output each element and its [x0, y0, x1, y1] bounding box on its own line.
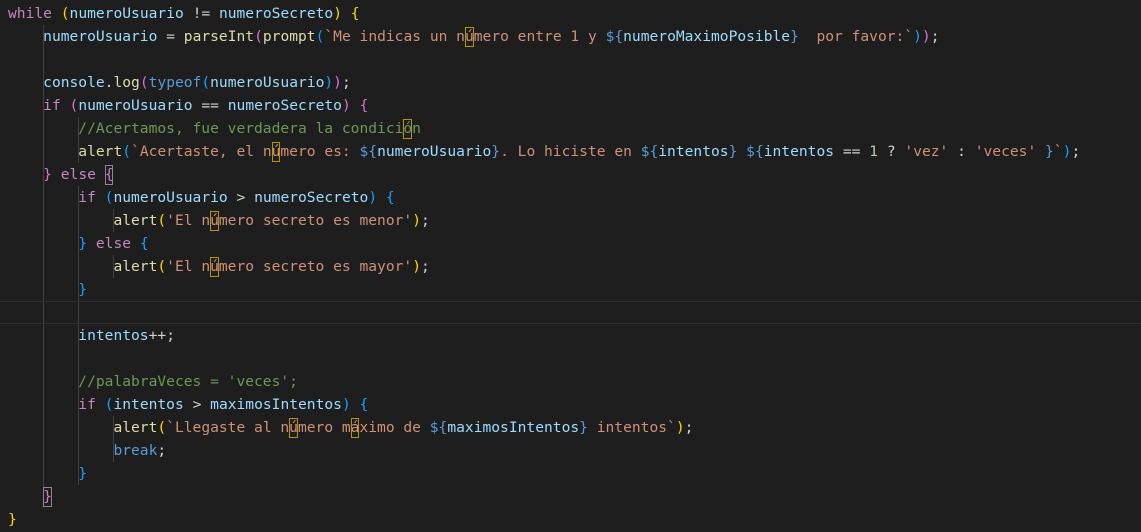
code-line-text: } else {: [43, 166, 114, 183]
code-line-text: if (numeroUsuario == numeroSecreto) {: [43, 97, 369, 114]
unicode-highlight: [210, 211, 219, 231]
unicode-highlight: [403, 119, 413, 139]
code-line-text: if (intentos > maximosIntentos) {: [78, 396, 369, 413]
code-line-text: }: [78, 465, 88, 482]
code-line[interactable]: } else {: [0, 163, 1141, 186]
code-line[interactable]: [0, 301, 1141, 324]
code-line-text: numeroUsuario = parseInt(prompt(`Me indi…: [43, 28, 940, 45]
code-line-text: break;: [113, 442, 167, 459]
code-line-text: }: [78, 281, 88, 298]
code-line[interactable]: } else {: [0, 232, 1141, 255]
code-line[interactable]: console.log(typeof(numeroUsuario));: [0, 71, 1141, 94]
code-line[interactable]: alert(`Llegaste al número máximo de ${ma…: [0, 416, 1141, 439]
unicode-highlight: [350, 418, 360, 438]
code-line[interactable]: alert(`Acertaste, el número es: ${numero…: [0, 140, 1141, 163]
code-line[interactable]: //palabraVeces = 'veces';: [0, 370, 1141, 393]
unicode-highlight: [210, 257, 219, 277]
code-editor[interactable]: while (numeroUsuario != numeroSecreto) {…: [0, 0, 1141, 532]
code-line-text: while (numeroUsuario != numeroSecreto) {: [8, 5, 360, 22]
code-line-text: }: [8, 511, 17, 528]
code-line[interactable]: }: [0, 462, 1141, 485]
code-line-text: alert('El número secreto es menor');: [113, 212, 430, 229]
code-line[interactable]: }: [0, 485, 1141, 508]
code-line[interactable]: alert('El número secreto es menor');: [0, 209, 1141, 232]
code-line[interactable]: break;: [0, 439, 1141, 462]
code-line[interactable]: intentos++;: [0, 324, 1141, 347]
unicode-highlight: [289, 418, 298, 438]
code-line[interactable]: //Acertamos, fue verdadera la condición: [0, 117, 1141, 140]
bracket-match-highlight: [104, 165, 114, 185]
code-line-text: intentos++;: [78, 327, 175, 344]
unicode-highlight: [271, 142, 281, 162]
code-line-text: alert('El número secreto es mayor');: [113, 258, 430, 275]
code-line[interactable]: }: [0, 278, 1141, 301]
code-line[interactable]: while (numeroUsuario != numeroSecreto) {: [0, 2, 1141, 25]
code-line-text: } else {: [78, 235, 149, 252]
code-line[interactable]: [0, 347, 1141, 370]
code-line[interactable]: if (numeroUsuario > numeroSecreto) {: [0, 186, 1141, 209]
code-line[interactable]: [0, 48, 1141, 71]
code-line-text: if (numeroUsuario > numeroSecreto) {: [78, 189, 395, 206]
code-line[interactable]: if (intentos > maximosIntentos) {: [0, 393, 1141, 416]
code-line-text: console.log(typeof(numeroUsuario));: [43, 74, 351, 91]
code-line-text: //palabraVeces = 'veces';: [78, 373, 298, 390]
code-line-text: //Acertamos, fue verdadera la condición: [78, 120, 421, 137]
code-line[interactable]: numeroUsuario = parseInt(prompt(`Me indi…: [0, 25, 1141, 48]
bracket-match-highlight: [43, 487, 52, 507]
code-line[interactable]: if (numeroUsuario == numeroSecreto) {: [0, 94, 1141, 117]
code-line[interactable]: alert('El número secreto es mayor');: [0, 255, 1141, 278]
unicode-highlight: [464, 27, 474, 47]
code-line[interactable]: }: [0, 508, 1141, 531]
code-line-text: alert(`Acertaste, el número es: ${numero…: [78, 143, 1081, 160]
